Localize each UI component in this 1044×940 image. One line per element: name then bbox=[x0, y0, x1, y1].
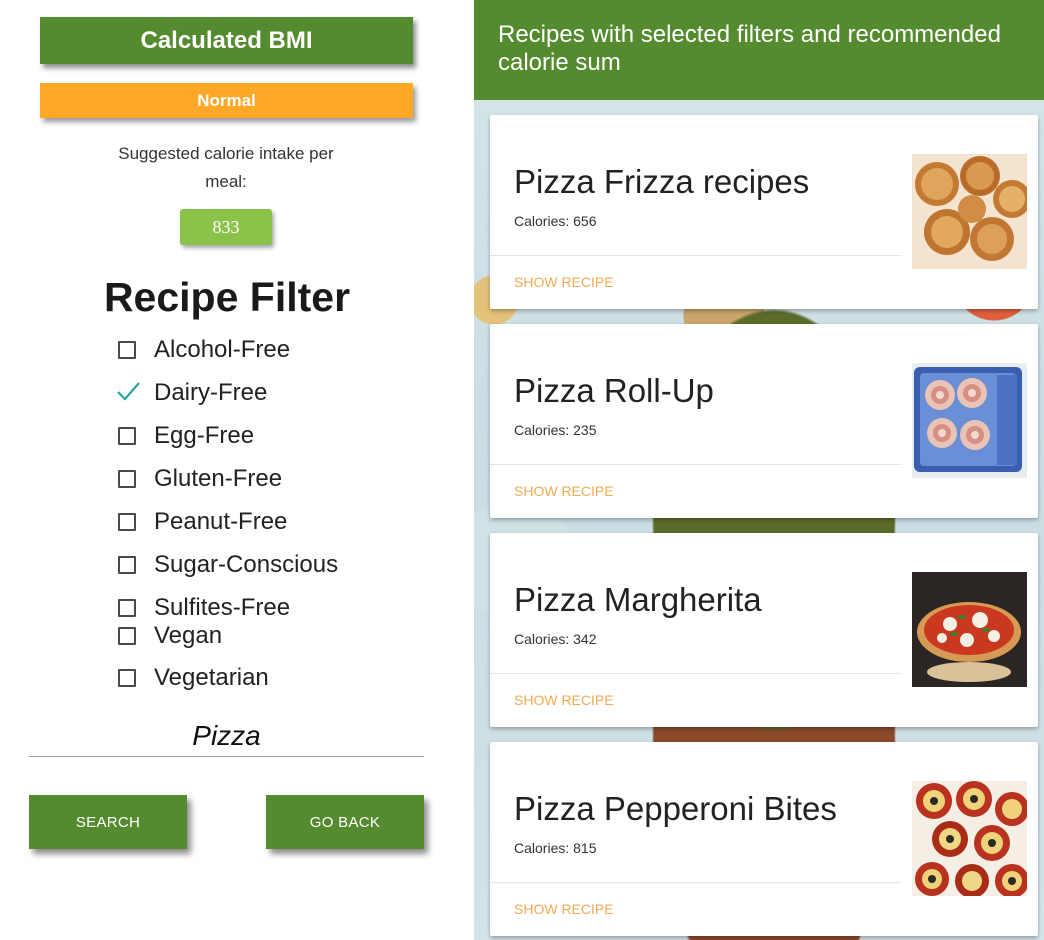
checkbox-icon[interactable] bbox=[118, 427, 136, 445]
recipe-calories: Calories: 815 bbox=[514, 840, 597, 856]
filter-sugar-conscious[interactable]: Sugar-Conscious bbox=[118, 550, 338, 580]
checkbox-icon[interactable] bbox=[118, 470, 136, 488]
filter-label: Sulfites-Free bbox=[154, 594, 291, 621]
checkbox-icon[interactable] bbox=[118, 669, 136, 687]
checkbox-icon[interactable] bbox=[118, 556, 136, 574]
recipe-title: Pizza Margherita bbox=[514, 581, 762, 618]
filter-dairy-free[interactable]: Dairy-Free bbox=[117, 378, 268, 408]
filter-peanut-free[interactable]: Peanut-Free bbox=[118, 507, 287, 537]
show-recipe-link[interactable]: SHOW RECIPE bbox=[514, 692, 614, 708]
recipe-calories: Calories: 235 bbox=[514, 422, 597, 438]
recipe-filter-title: Recipe Filter bbox=[103, 274, 351, 320]
filter-vegan[interactable]: Vegan bbox=[118, 621, 222, 651]
go-back-button[interactable]: GO BACK bbox=[266, 795, 424, 849]
filter-label: Peanut-Free bbox=[154, 508, 288, 535]
filter-label: Egg-Free bbox=[154, 422, 255, 449]
checkmark-icon[interactable] bbox=[117, 382, 140, 402]
card-divider bbox=[490, 882, 901, 883]
recipe-calories: Calories: 656 bbox=[514, 213, 597, 229]
filter-gluten-free[interactable]: Gluten-Free bbox=[118, 464, 282, 494]
show-recipe-link[interactable]: SHOW RECIPE bbox=[514, 901, 614, 917]
checkbox-icon[interactable] bbox=[118, 627, 136, 645]
filter-label: Vegetarian bbox=[154, 664, 269, 691]
card-divider bbox=[490, 673, 901, 674]
recipe-title: Pizza Pepperoni Bites bbox=[514, 790, 837, 827]
filter-label: Gluten-Free bbox=[154, 465, 283, 492]
search-field bbox=[29, 716, 424, 757]
search-button[interactable]: SEARCH bbox=[29, 795, 187, 849]
results-header: Recipes with selected filters and recomm… bbox=[474, 0, 1044, 100]
recipe-image bbox=[912, 572, 1027, 687]
recipe-image bbox=[912, 363, 1027, 478]
bmi-panel: Calculated BMI Normal Suggested calorie … bbox=[0, 0, 474, 940]
recipe-card: Pizza Roll-Up Calories: 235 SHOW RECIPE bbox=[490, 324, 1038, 518]
checkbox-icon[interactable] bbox=[118, 513, 136, 531]
show-recipe-link[interactable]: SHOW RECIPE bbox=[514, 483, 614, 499]
recipe-card: Pizza Margherita Calories: 342 SHOW RECI… bbox=[490, 533, 1038, 727]
results-panel: Recipes with selected filters and recomm… bbox=[474, 0, 1044, 940]
recipe-calories: Calories: 342 bbox=[514, 631, 597, 647]
recipe-title: Pizza Roll-Up bbox=[514, 372, 714, 409]
recipe-image bbox=[912, 154, 1027, 269]
filter-egg-free[interactable]: Egg-Free bbox=[118, 421, 254, 451]
checkbox-icon[interactable] bbox=[118, 599, 136, 617]
recipe-card: Pizza Frizza recipes Calories: 656 SHOW … bbox=[490, 115, 1038, 309]
filter-label: Alcohol-Free bbox=[154, 336, 291, 363]
filter-alcohol-free[interactable]: Alcohol-Free bbox=[118, 335, 290, 365]
filter-label: Sugar-Conscious bbox=[154, 551, 339, 578]
search-input[interactable] bbox=[29, 716, 424, 756]
bmi-title: Calculated BMI bbox=[40, 17, 413, 64]
filter-vegetarian[interactable]: Vegetarian bbox=[118, 663, 269, 693]
calorie-intake-value: 833 bbox=[180, 209, 272, 245]
filter-sulfites-free[interactable]: Sulfites-Free bbox=[118, 593, 290, 623]
filter-label: Dairy-Free bbox=[154, 379, 268, 406]
recipe-title: Pizza Frizza recipes bbox=[514, 163, 810, 200]
checkbox-icon[interactable] bbox=[118, 341, 136, 359]
recipe-image bbox=[912, 781, 1027, 896]
card-divider bbox=[490, 255, 901, 256]
recipe-card: Pizza Pepperoni Bites Calories: 815 SHOW… bbox=[490, 742, 1038, 936]
show-recipe-link[interactable]: SHOW RECIPE bbox=[514, 274, 614, 290]
filter-label: Vegan bbox=[154, 622, 223, 649]
card-divider bbox=[490, 464, 901, 465]
bmi-status-badge: Normal bbox=[40, 83, 413, 118]
calorie-intake-label: Suggested calorie intake per meal: bbox=[118, 144, 334, 191]
